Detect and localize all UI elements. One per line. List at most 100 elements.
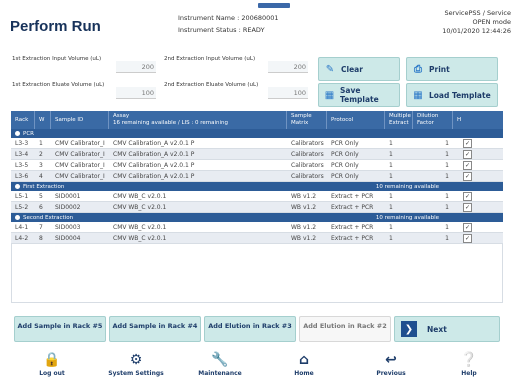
section-name: Second Extraction	[23, 214, 74, 221]
datetime: 10/01/2020 12:44:26	[442, 27, 511, 35]
table-row[interactable]: L4-1 7 SID0003 CMV WB_C v2.0.1 WB v1.2 Extrac…	[11, 222, 503, 233]
cell-dil: 1	[445, 234, 449, 242]
clear-icon: ✎	[325, 63, 335, 75]
col-protocol[interactable]: Protocol	[327, 111, 385, 129]
col-assay-label: Assay	[113, 113, 130, 119]
cell-mult: 1	[389, 234, 393, 242]
table-empty-area	[11, 244, 503, 303]
col-sample-matrix[interactable]: Sample Matrix	[287, 111, 327, 129]
checkbox-icon[interactable]: ✓	[463, 202, 472, 212]
cell-rack: L4-1	[15, 223, 29, 231]
system-settings-nav[interactable]: ⚙ System Settings	[96, 350, 176, 377]
grid-icon: ▦	[324, 89, 335, 101]
collapse-icon[interactable]	[15, 215, 20, 220]
cell-mult: 1	[389, 150, 393, 158]
service-user: ServicePSS / Service	[444, 9, 511, 17]
cell-rack: L3-6	[15, 172, 29, 180]
checkbox-icon[interactable]: ✓	[463, 160, 472, 170]
volume-inputs: 1st Extraction Input Volume (uL) 200 2nd…	[12, 54, 312, 114]
load-template-button[interactable]: ▦ Load Template	[406, 83, 498, 107]
col-multiple-extract[interactable]: Multiple Extract	[385, 111, 413, 129]
table-row[interactable]: L4-2 8 SID0004 CMV WB_C v2.0.1 WB v1.2 Extrac…	[11, 233, 503, 244]
cell-sid: SID0002	[55, 203, 81, 211]
collapse-icon[interactable]	[15, 184, 20, 189]
cell-mult: 1	[389, 192, 393, 200]
mode-label: OPEN mode	[472, 18, 511, 26]
cell-assay: CMV WB_C v2.0.1	[113, 203, 167, 211]
clear-button[interactable]: ✎ Clear	[318, 57, 400, 81]
add-sample-rack5-button[interactable]: Add Sample in Rack #5	[14, 316, 106, 342]
collapse-icon[interactable]	[15, 131, 20, 136]
cell-assay: CMV Calibration_A v2.0.1 P	[113, 172, 195, 180]
maintenance-nav[interactable]: 🔧 Maintenance	[180, 350, 260, 377]
col-rack[interactable]: Rack	[11, 111, 35, 129]
cell-protocol: Extract + PCR	[331, 234, 374, 242]
cell-h: ✓	[453, 138, 503, 148]
section-header: Second Extraction 10 remaining available	[11, 213, 503, 222]
field-label: 2nd Extraction Input Volume (uL)	[164, 56, 256, 62]
printer-icon: ⎙	[414, 63, 422, 75]
checkbox-icon[interactable]: ✓	[463, 222, 472, 232]
add-elution-rack2-button[interactable]: Add Elution in Rack #2	[299, 316, 391, 342]
previous-nav[interactable]: ↩ Previous	[351, 350, 431, 377]
add-sample-rack4-button[interactable]: Add Sample in Rack #4	[109, 316, 201, 342]
instrument-tab[interactable]	[258, 3, 290, 8]
maintenance-label: Maintenance	[198, 370, 242, 377]
volume-field[interactable]: 200	[116, 61, 156, 73]
home-nav[interactable]: ⌂ Home	[264, 350, 344, 377]
checkbox-icon[interactable]: ✓	[463, 138, 472, 148]
volume-field[interactable]: 200	[268, 61, 308, 73]
cell-mult: 1	[389, 223, 393, 231]
instrument-status: Instrument Status : READY	[178, 26, 265, 34]
logout-label: Log out	[39, 370, 65, 377]
checkbox-icon[interactable]: ✓	[463, 149, 472, 159]
table-row[interactable]: L3-3 1 CMV Calibrator_I CMV Calibration_A v…	[11, 138, 503, 149]
checkbox-icon[interactable]: ✓	[463, 191, 472, 201]
cell-w: 3	[39, 161, 43, 169]
next-button[interactable]: ❯ Next	[394, 316, 500, 342]
help-nav[interactable]: ❔ Help	[429, 350, 509, 377]
section-name: First Extraction	[23, 183, 65, 190]
cell-assay: CMV Calibration_A v2.0.1 P	[113, 139, 195, 147]
cell-assay: CMV WB_C v2.0.1	[113, 234, 167, 242]
col-sample-id[interactable]: Sample ID	[51, 111, 109, 129]
input-1st-extraction-input-volume: 1st Extraction Input Volume (uL) 200	[12, 54, 162, 76]
add-elution-rack3-button[interactable]: Add Elution in Rack #3	[204, 316, 296, 342]
cell-matrix: WB v1.2	[291, 203, 317, 211]
col-assay[interactable]: Assay 16 remaining available / LIS : 0 r…	[109, 111, 287, 129]
cell-mult: 1	[389, 139, 393, 147]
volume-field[interactable]: 100	[116, 87, 156, 99]
col-assay-remaining: 16 remaining available / LIS : 0 remaini…	[113, 120, 228, 126]
volume-field[interactable]: 100	[268, 87, 308, 99]
cell-assay: CMV Calibration_A v2.0.1 P	[113, 150, 195, 158]
save-template-label: Save Template	[340, 86, 379, 104]
clear-label: Clear	[341, 64, 363, 74]
checkbox-icon[interactable]: ✓	[463, 233, 472, 243]
print-button[interactable]: ⎙ Print	[406, 57, 498, 81]
col-w[interactable]: W	[35, 111, 51, 129]
cell-rack: L3-4	[15, 150, 29, 158]
table-row[interactable]: L3-5 3 CMV Calibrator_I CMV Calibration_A v…	[11, 160, 503, 171]
col-dilution-factor[interactable]: Dilution Factor	[413, 111, 453, 129]
cell-h: ✓	[453, 222, 503, 232]
save-template-button[interactable]: ▦ Save Template	[318, 83, 400, 107]
checkbox-icon[interactable]: ✓	[463, 171, 472, 181]
cell-sid: CMV Calibrator_I	[55, 172, 105, 180]
logout-nav[interactable]: 🔒 Log out	[12, 350, 92, 377]
cell-mult: 1	[389, 161, 393, 169]
cell-h: ✓	[453, 149, 503, 159]
lock-icon: 🔒	[43, 352, 61, 368]
table-row[interactable]: L3-6 4 CMV Calibrator_I CMV Calibration_A v…	[11, 171, 503, 182]
col-h[interactable]: H	[453, 111, 503, 129]
field-label: 1st Extraction Input Volume (uL)	[12, 56, 102, 62]
cell-sid: SID0001	[55, 192, 81, 200]
cell-dil: 1	[445, 150, 449, 158]
table-row[interactable]: L5-1 5 SID0001 CMV WB_C v2.0.1 WB v1.2 Extrac…	[11, 191, 503, 202]
table-row[interactable]: L5-2 6 SID0002 CMV WB_C v2.0.1 WB v1.2 Extrac…	[11, 202, 503, 213]
table-row[interactable]: L3-4 2 CMV Calibrator_I CMV Calibration_A v…	[11, 149, 503, 160]
cell-h: ✓	[453, 160, 503, 170]
cell-matrix: Calibrators	[291, 139, 324, 147]
section-remaining: 10 remaining available	[375, 214, 439, 221]
next-label: Next	[427, 324, 447, 334]
cell-w: 8	[39, 234, 43, 242]
